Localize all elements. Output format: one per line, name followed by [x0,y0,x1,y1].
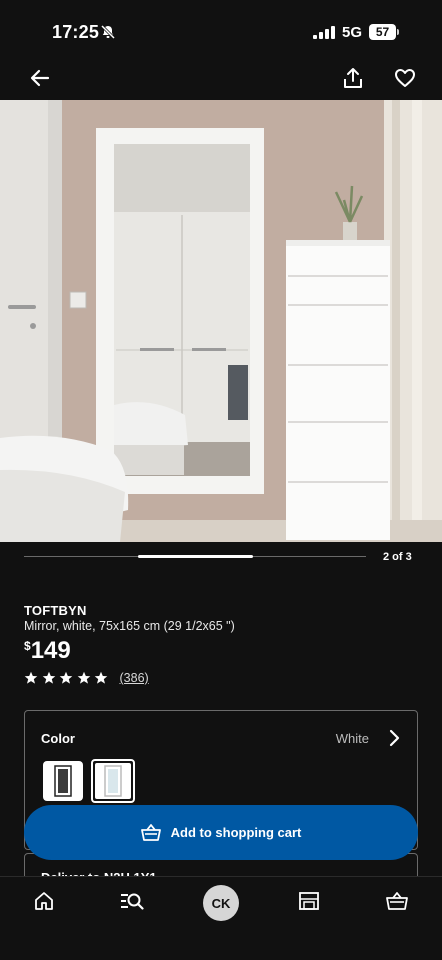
mirror-thumbnail-icon [54,765,72,797]
arrow-left-icon [30,69,50,87]
star-icon [42,671,55,684]
favorite-button[interactable] [390,63,420,93]
battery-icon: 57 [369,24,399,40]
home-icon [35,892,53,910]
color-value: White [335,731,369,746]
network-type: 5G [342,24,363,41]
signal-icon [313,26,335,39]
star-icon [24,671,38,684]
image-carousel-indicator: 2 of 3 [0,542,442,572]
bell-muted-icon [100,24,116,40]
tab-stores[interactable] [291,889,327,913]
heart-icon [395,69,415,87]
status-bar: 17:25 5G 57 [0,0,442,58]
product-price: $149 [24,637,71,665]
store-icon [299,892,319,910]
status-time: 17:25 [52,22,100,42]
carousel-active-segment [138,555,253,558]
product-photo [0,100,442,542]
chevron-right-icon[interactable] [387,729,401,747]
top-nav-bar [0,58,442,100]
basket-icon [140,823,161,841]
product-name: TOFTBYN [24,603,87,618]
add-to-cart-label: Add to shopping cart [170,825,302,840]
rating[interactable]: (386) [24,669,149,687]
price-amount: 149 [30,637,71,664]
color-swatch-option-1[interactable] [43,761,83,801]
product-description: Mirror, white, 75x165 cm (29 1/2x65 ") [24,619,235,633]
image-counter: 2 of 3 [383,551,412,563]
tab-basket[interactable] [379,889,415,913]
mirror-thumbnail-icon [104,765,122,797]
search-list-icon [121,893,144,910]
color-label: Color [41,731,75,746]
tab-profile-avatar[interactable]: CK [203,885,239,921]
back-button[interactable] [25,63,55,93]
color-swatch-option-2-selected[interactable] [91,759,135,803]
share-button[interactable] [338,63,368,93]
product-image[interactable] [0,100,442,542]
tab-home[interactable] [26,889,62,913]
add-to-cart-button[interactable]: Add to shopping cart [24,805,418,860]
tab-search[interactable] [114,889,150,913]
price-currency: $ [24,639,31,653]
star-icon [94,671,108,684]
basket-icon [386,892,408,910]
star-icon [77,671,90,684]
bottom-tab-bar: CK [0,876,442,960]
review-count-link[interactable]: (386) [120,671,149,685]
share-icon [344,68,362,88]
battery-level: 57 [375,25,390,39]
star-icon [59,671,73,684]
